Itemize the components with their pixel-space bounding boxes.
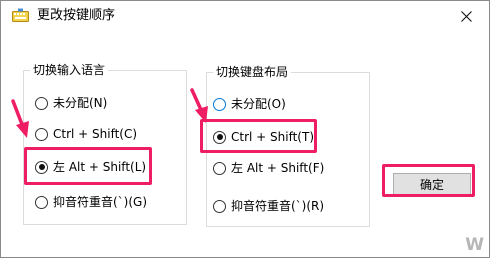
group-legend-keyboard-layout: 切换键盘布局 (213, 64, 292, 80)
dialog-window: 更改按键顺序 切换输入语言 未分配(N) Ctrl + Shift(C) 左 A… (0, 0, 490, 258)
radio-button[interactable] (213, 97, 226, 111)
arrow-pointer-icon (11, 99, 29, 138)
watermark: W (465, 235, 485, 255)
close-button[interactable] (443, 1, 489, 31)
right-option-grave-accent[interactable]: 抑音符重音(`)(R) (213, 197, 324, 215)
radio-button[interactable] (35, 96, 48, 110)
highlight-box-ctrl-shift (200, 119, 317, 153)
group-legend-input-language: 切换输入语言 (30, 62, 109, 78)
right-option-unassigned[interactable]: 未分配(O) (213, 95, 286, 113)
keyboard-icon (12, 8, 29, 22)
radio-button[interactable] (213, 199, 226, 213)
radio-button[interactable] (35, 195, 48, 209)
radio-button[interactable] (213, 161, 226, 175)
left-option-unassigned[interactable]: 未分配(N) (35, 94, 107, 112)
arrow-pointer-icon (190, 88, 208, 123)
close-icon (460, 10, 472, 22)
right-option-left-alt-shift[interactable]: 左 Alt + Shift(F) (213, 159, 324, 177)
window-title: 更改按键顺序 (37, 8, 116, 23)
highlight-box-ok (382, 164, 475, 197)
left-option-grave-accent[interactable]: 抑音符重音(`)(G) (35, 193, 147, 211)
radio-button[interactable] (35, 127, 48, 141)
highlight-box-left-alt-shift (24, 147, 152, 185)
left-option-ctrl-shift[interactable]: Ctrl + Shift(C) (35, 125, 137, 143)
title-bar: 更改按键顺序 (1, 1, 489, 31)
